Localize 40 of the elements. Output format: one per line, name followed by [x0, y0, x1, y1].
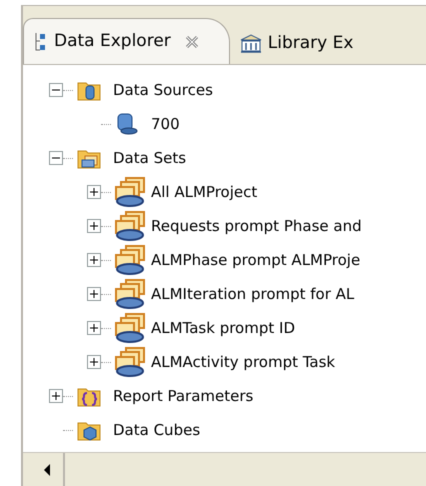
plus-icon	[90, 256, 98, 264]
expand-toggle[interactable]	[87, 219, 101, 233]
dataset-stack-icon	[115, 245, 145, 275]
tree-item-label[interactable]: ALMActivity prompt Task	[151, 350, 336, 374]
collapse-toggle[interactable]	[49, 151, 63, 165]
tree-item-label[interactable]: Requests prompt Phase and	[151, 214, 362, 238]
tree-item-label[interactable]: Report Parameters	[113, 384, 254, 408]
close-icon[interactable]	[184, 34, 199, 48]
tab[interactable]: Data Explorer	[23, 18, 230, 64]
expand-toggle[interactable]	[87, 185, 101, 199]
tree-item-label[interactable]: ALMPhase prompt ALMProje	[151, 248, 360, 272]
expand-toggle[interactable]	[87, 355, 101, 369]
left-arrow-icon	[43, 464, 51, 476]
expand-toggle[interactable]	[49, 389, 63, 403]
database-icon	[115, 113, 139, 135]
tree-item-label[interactable]: Data Sets	[113, 146, 186, 170]
dataset-stack-icon	[115, 211, 145, 241]
tree-nodes-icon	[34, 32, 46, 52]
tree-item-label[interactable]: Data Cubes	[113, 418, 200, 442]
dataset-stack-icon	[115, 177, 145, 207]
plus-icon	[52, 392, 60, 400]
expand-toggle[interactable]	[87, 253, 101, 267]
building-icon	[240, 34, 262, 54]
plus-icon	[90, 188, 98, 196]
plus-icon	[90, 290, 98, 298]
dataset-stack-icon	[115, 313, 145, 343]
tree-item-label[interactable]: ALMTask prompt ID	[151, 316, 295, 340]
collapse-toggle[interactable]	[49, 83, 63, 97]
tree-item-label[interactable]: ALMIteration prompt for AL	[151, 282, 354, 306]
expand-toggle[interactable]	[87, 321, 101, 335]
tree-item-label[interactable]: 700	[151, 112, 180, 136]
dataset-stack-icon	[115, 347, 145, 377]
tree-item-label[interactable]: Data Sources	[113, 78, 213, 102]
plus-icon	[90, 222, 98, 230]
tree-item-label[interactable]: All ALMProject	[151, 180, 258, 204]
plus-icon	[90, 324, 98, 332]
dataset-stack-icon	[115, 279, 145, 309]
tab[interactable]: Library Ex	[230, 24, 364, 64]
plus-icon	[90, 358, 98, 366]
expand-toggle[interactable]	[87, 287, 101, 301]
